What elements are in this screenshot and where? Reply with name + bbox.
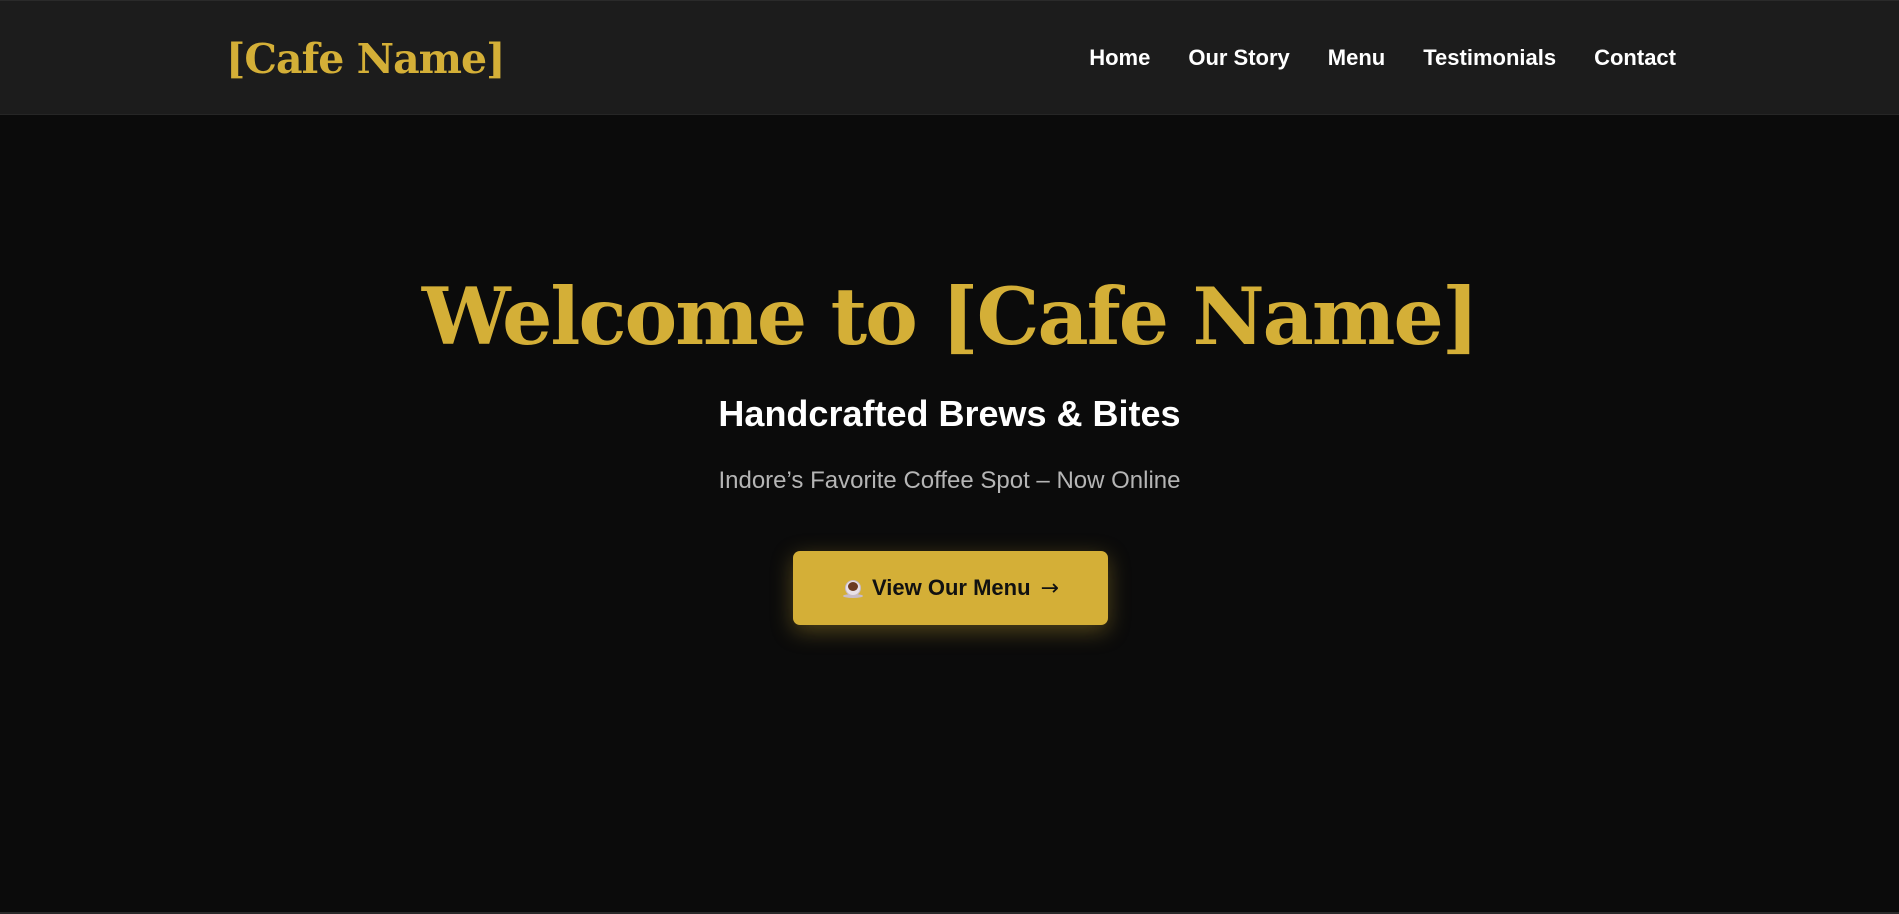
hero-section: Welcome to [Cafe Name] Handcrafted Brews… — [0, 115, 1899, 914]
navbar: [Cafe Name] Home Our Story Menu Testimon… — [0, 0, 1899, 115]
hero-subtitle: Handcrafted Brews & Bites — [718, 393, 1181, 434]
nav-link-testimonials[interactable]: Testimonials — [1423, 44, 1556, 72]
hero-tagline: Indore’s Favorite Coffee Spot – Now Onli… — [718, 467, 1181, 494]
view-menu-label: View Our Menu — [872, 575, 1031, 600]
nav-link-home[interactable]: Home — [1089, 44, 1150, 72]
brand-logo[interactable]: [Cafe Name] — [226, 31, 506, 87]
coffee-cup-icon — [842, 577, 864, 599]
view-menu-button[interactable]: View Our Menu → — [793, 551, 1108, 625]
nav-link-our-story[interactable]: Our Story — [1188, 44, 1289, 72]
hero-title: Welcome to [Cafe Name] — [421, 270, 1479, 363]
nav-link-contact[interactable]: Contact — [1594, 44, 1676, 72]
nav-link-menu[interactable]: Menu — [1328, 44, 1385, 72]
arrow-right-icon: → — [1040, 575, 1059, 601]
nav-links: Home Our Story Menu Testimonials Contact — [1089, 44, 1676, 72]
